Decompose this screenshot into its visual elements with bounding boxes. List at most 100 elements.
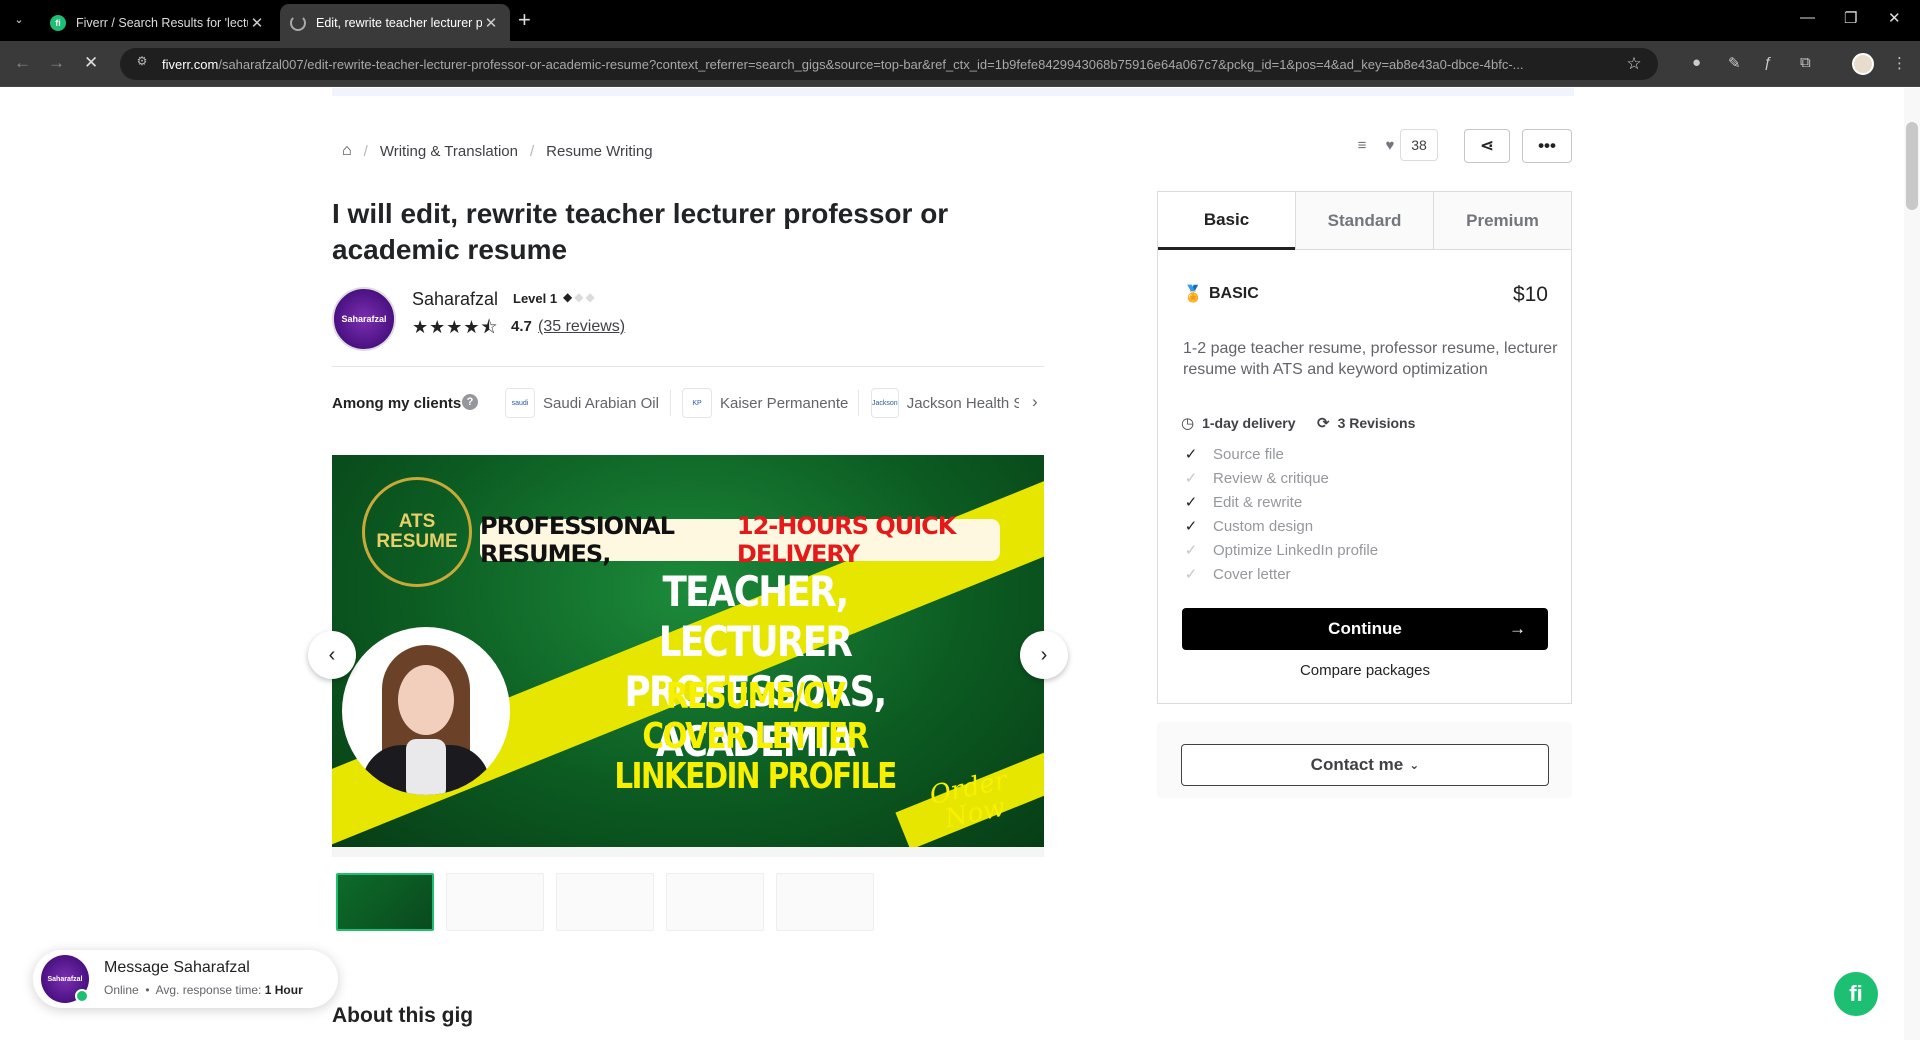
bookmark-star-icon[interactable]: ☆ <box>1622 54 1646 74</box>
portrait-photo <box>342 627 510 795</box>
heart-icon[interactable]: ♥ <box>1380 128 1400 162</box>
more-dots-icon: ••• <box>1538 136 1556 155</box>
feature-item: ✓ Review & critique <box>1184 469 1329 488</box>
hero-subheadline: RESUME/CV COVER LETTER LINKEDIN PROFILE <box>614 676 897 797</box>
clients-label: Among my clients <box>332 395 462 412</box>
gig-hero-image[interactable]: ATS RESUME PROFESSIONAL RESUMES, 12-HOURS … <box>332 455 1044 857</box>
tab-basic[interactable]: Basic <box>1158 192 1295 250</box>
tab-title: Edit, rewrite teacher lecturer pr <box>316 15 482 30</box>
back-icon[interactable]: ← <box>14 53 31 73</box>
client-logo: Jackson <box>871 388 899 418</box>
minimize-icon[interactable]: — <box>1800 9 1815 26</box>
package-description: 1-2 page teacher resume, professor resum… <box>1183 340 1558 378</box>
order-now-text: Order Now <box>927 765 1010 835</box>
breadcrumb-writing-translation[interactable]: Writing & Translation <box>380 143 518 160</box>
tab-search-results[interactable]: fi Fiverr / Search Results for 'lectu ✕ <box>40 4 276 41</box>
address-bar[interactable]: ⚙ fiverr.com/saharafzal007/edit-rewrite-… <box>120 48 1658 80</box>
package-price: $10 <box>1512 283 1548 306</box>
list-icon[interactable]: ≡ <box>1344 128 1380 162</box>
gallery-thumbnail[interactable] <box>446 873 544 931</box>
clients-next-icon[interactable]: › <box>1032 392 1038 412</box>
site-info-icon[interactable]: ⚙ <box>132 54 152 74</box>
feature-item: ✓ Optimize LinkedIn profile <box>1184 541 1379 560</box>
client-kaiser: KP Kaiser Permanente <box>682 388 848 418</box>
url-text: fiverr.com/saharafzal007/edit-rewrite-te… <box>162 56 1524 72</box>
scrollbar-thumb[interactable] <box>1906 122 1918 210</box>
stop-loading-icon[interactable]: ✕ <box>84 53 98 73</box>
client-logo: KP <box>682 388 712 418</box>
more-options-button[interactable]: ••• <box>1522 129 1572 163</box>
fiverr-chat-button[interactable]: fi <box>1834 972 1878 1016</box>
new-tab-button[interactable]: + <box>518 9 531 31</box>
gallery-thumbnails <box>336 873 874 931</box>
gallery-thumbnail[interactable] <box>556 873 654 931</box>
close-tab-icon[interactable]: ✕ <box>248 14 266 32</box>
level-diamonds-icon: ◆◆◆ <box>563 290 597 304</box>
save-count: 38 <box>1400 129 1438 161</box>
client-logo: saudi <box>505 388 535 418</box>
tab-search-icon[interactable]: ⌄ <box>8 8 30 30</box>
gallery-thumbnail[interactable] <box>666 873 764 931</box>
gallery-prev-button[interactable]: ‹ <box>308 631 356 679</box>
check-icon: ✓ <box>1184 470 1198 487</box>
gallery-thumbnail[interactable] <box>776 873 874 931</box>
fiverr-icon: fi <box>50 14 66 31</box>
tab-title: Fiverr / Search Results for 'lectu <box>76 15 248 30</box>
function-icon[interactable]: ƒ <box>1764 54 1772 71</box>
message-title: Message Saharafzal <box>104 959 250 976</box>
scrollbar[interactable] <box>1904 88 1920 1040</box>
gallery-thumbnail[interactable] <box>336 873 434 931</box>
chevron-down-icon: ⌄ <box>1409 758 1420 772</box>
breadcrumb: ⌂ / Writing & Translation / Resume Writi… <box>342 142 653 160</box>
rating-stars-icon: ★★★★⯪ <box>412 317 499 337</box>
client-jackson: Jackson Jackson Health S <box>871 388 1019 418</box>
pen-icon[interactable]: ✎ <box>1728 54 1741 72</box>
client-saudi-aramco: saudi Saudi Arabian Oil <box>505 388 659 418</box>
share-button[interactable]: ⋖ <box>1464 129 1510 163</box>
close-window-icon[interactable]: ✕ <box>1888 9 1901 27</box>
gig-actions: ≡ ♥ 38 <box>1344 128 1438 162</box>
chevron-left-icon: ‹ <box>328 643 336 666</box>
seller-level: Level 1 <box>513 291 558 306</box>
profile-avatar[interactable] <box>1852 53 1874 75</box>
feature-item: ✓ Source file <box>1184 445 1284 464</box>
close-tab-icon[interactable]: ✕ <box>482 14 500 32</box>
check-icon: ✓ <box>1184 518 1198 535</box>
compare-packages-link[interactable]: Compare packages <box>1182 662 1548 679</box>
feature-item: ✓ Cover letter <box>1184 565 1291 584</box>
extension-icon[interactable]: ● <box>1692 54 1701 71</box>
puzzle-icon[interactable]: ⧉ <box>1800 54 1811 71</box>
tab-premium[interactable]: Premium <box>1433 192 1571 250</box>
check-icon: ✓ <box>1184 542 1198 559</box>
help-icon[interactable]: ? <box>462 394 478 410</box>
gallery-next-button[interactable]: › <box>1020 631 1068 679</box>
gig-title: I will edit, rewrite teacher lecturer pr… <box>332 198 949 265</box>
delivery-time: ◷ 1-day delivery <box>1181 415 1296 432</box>
hero-pill: PROFESSIONAL RESUMES, 12-HOURS QUICK DELI… <box>480 512 1000 568</box>
continue-button[interactable]: Continue → <box>1182 608 1548 650</box>
tab-standard[interactable]: Standard <box>1295 192 1433 250</box>
message-status: Online • Avg. response time: 1 Hour <box>104 983 303 997</box>
divider <box>670 390 671 416</box>
loading-icon <box>290 14 306 31</box>
feature-item: ✓ Edit & rewrite <box>1184 493 1303 512</box>
breadcrumb-resume-writing[interactable]: Resume Writing <box>546 143 652 160</box>
menu-dots-icon[interactable]: ⋮ <box>1892 54 1907 72</box>
reviews-link[interactable]: (35 reviews) <box>538 318 625 336</box>
online-status-icon <box>75 989 89 1003</box>
home-icon[interactable]: ⌂ <box>342 142 352 160</box>
feature-item: ✓ Custom design <box>1184 517 1314 536</box>
medal-icon: 🏅 <box>1183 286 1203 303</box>
check-icon: ✓ <box>1184 446 1198 463</box>
clock-icon: ◷ <box>1181 415 1195 432</box>
message-seller-widget[interactable]: Saharafzal Message Saharafzal Online • A… <box>33 950 338 1008</box>
about-heading: About this gig <box>332 1004 474 1027</box>
tab-gig-page[interactable]: Edit, rewrite teacher lecturer pr ✕ <box>280 4 510 41</box>
restore-icon[interactable]: ❐ <box>1844 9 1857 27</box>
contact-me-button[interactable]: Contact me ⌄ <box>1181 744 1549 786</box>
forward-icon[interactable]: → <box>48 53 65 73</box>
divider <box>332 366 1044 367</box>
seller-name[interactable]: Saharafzal <box>412 289 498 310</box>
divider <box>858 390 859 416</box>
seller-avatar[interactable]: Saharafzal <box>332 287 396 351</box>
